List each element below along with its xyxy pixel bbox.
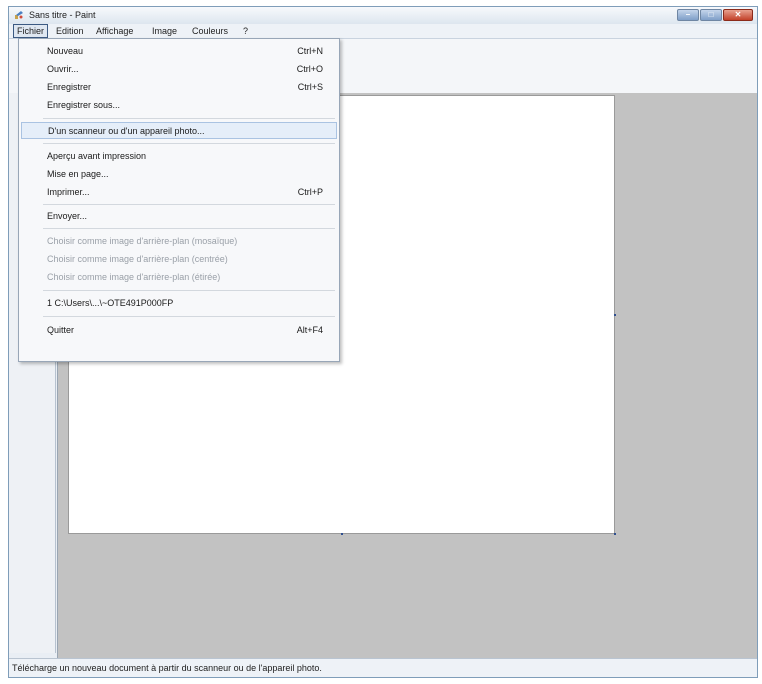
menu-separator xyxy=(43,290,335,291)
resize-handle-right[interactable] xyxy=(614,314,616,316)
menu-item-shortcut: Ctrl+O xyxy=(296,64,323,74)
menu-item-enregistrer[interactable]: Enregistrer Ctrl+S xyxy=(21,79,337,95)
window-title: Sans titre - Paint xyxy=(29,10,96,20)
menu-bar: Fichier Edition Affichage Image Couleurs… xyxy=(9,24,757,39)
menu-help[interactable]: ? xyxy=(240,25,251,37)
file-menu-dropdown: Nouveau Ctrl+N Ouvrir... Ctrl+O Enregist… xyxy=(18,38,340,362)
menu-item-label: Aperçu avant impression xyxy=(47,151,147,161)
menu-item-apercu[interactable]: Aperçu avant impression xyxy=(21,148,337,164)
menu-item-nouveau[interactable]: Nouveau Ctrl+N xyxy=(21,43,337,59)
menu-item-quitter[interactable]: Quitter Alt+F4 xyxy=(21,322,337,338)
close-icon: ✕ xyxy=(734,10,742,19)
menu-item-ouvrir[interactable]: Ouvrir... Ctrl+O xyxy=(21,61,337,77)
menu-image[interactable]: Image xyxy=(149,25,180,37)
menu-item-label: D'un scanneur ou d'un appareil photo... xyxy=(48,126,205,136)
menu-edition[interactable]: Edition xyxy=(53,25,87,37)
menu-separator xyxy=(43,118,335,119)
paint-app-icon xyxy=(15,11,23,19)
menu-separator xyxy=(43,316,335,317)
menu-item-label: Quitter xyxy=(47,325,75,335)
menu-item-label: Nouveau xyxy=(47,46,84,56)
close-button[interactable]: ✕ xyxy=(723,9,753,21)
menu-item-label: Enregistrer sous... xyxy=(47,100,121,110)
menu-item-label: Mise en page... xyxy=(47,169,109,179)
menu-item-label: Enregistrer xyxy=(47,82,92,92)
menu-couleurs[interactable]: Couleurs xyxy=(189,25,231,37)
minimize-button[interactable]: – xyxy=(677,9,699,21)
status-text: Télécharge un nouveau document à partir … xyxy=(12,663,322,673)
menu-item-scanner[interactable]: D'un scanneur ou d'un appareil photo... xyxy=(21,122,337,139)
menu-item-shortcut: Ctrl+S xyxy=(297,82,323,92)
menu-fichier[interactable]: Fichier xyxy=(13,24,49,38)
maximize-button[interactable]: □ xyxy=(700,9,722,21)
menu-item-label: Choisir comme image d'arrière-plan (cent… xyxy=(47,254,228,264)
menu-item-imprimer[interactable]: Imprimer... Ctrl+P xyxy=(21,184,337,200)
menu-item-label: Choisir comme image d'arrière-plan (mosa… xyxy=(47,236,238,246)
menu-item-label: 1 C:\Users\...\~OTE491P000FP xyxy=(47,298,174,308)
menu-item-label: Imprimer... xyxy=(47,187,90,197)
paint-window: Sans titre - Paint – □ ✕ Fichier Edition… xyxy=(8,6,758,678)
menu-item-shortcut: Ctrl+N xyxy=(297,46,323,56)
menu-item-wallpaper-center: Choisir comme image d'arrière-plan (cent… xyxy=(21,251,337,267)
menu-item-label: Envoyer... xyxy=(47,211,88,221)
menu-item-mise-en-page[interactable]: Mise en page... xyxy=(21,166,337,182)
menu-affichage[interactable]: Affichage xyxy=(93,25,136,37)
maximize-icon: □ xyxy=(708,10,714,19)
resize-handle-corner[interactable] xyxy=(614,533,616,535)
menu-separator xyxy=(43,143,335,144)
menu-item-wallpaper-stretch: Choisir comme image d'arrière-plan (étir… xyxy=(21,269,337,285)
minimize-icon: – xyxy=(685,10,691,19)
menu-item-enregistrer-sous[interactable]: Enregistrer sous... xyxy=(21,97,337,113)
menu-item-recent-file[interactable]: 1 C:\Users\...\~OTE491P000FP xyxy=(21,295,337,311)
menu-item-label: Choisir comme image d'arrière-plan (étir… xyxy=(47,272,221,282)
menu-separator xyxy=(43,228,335,229)
resize-handle-bottom[interactable] xyxy=(341,533,343,535)
menu-separator xyxy=(43,204,335,205)
menu-item-label: Ouvrir... xyxy=(47,64,79,74)
status-bar: Télécharge un nouveau document à partir … xyxy=(9,658,757,677)
menu-item-shortcut: Alt+F4 xyxy=(296,325,323,335)
window-controls: – □ ✕ xyxy=(677,9,753,22)
menu-item-envoyer[interactable]: Envoyer... xyxy=(21,208,337,224)
title-bar[interactable]: Sans titre - Paint – □ ✕ xyxy=(9,7,757,25)
menu-item-shortcut: Ctrl+P xyxy=(297,187,323,197)
menu-item-wallpaper-tile: Choisir comme image d'arrière-plan (mosa… xyxy=(21,233,337,249)
